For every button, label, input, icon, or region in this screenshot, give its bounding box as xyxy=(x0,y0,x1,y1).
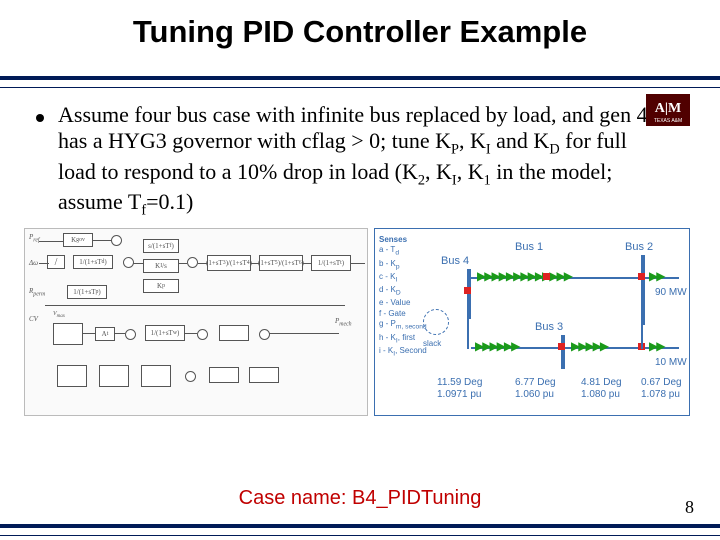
bus4-pu: 1.0971 pu xyxy=(437,389,482,400)
title-rule-thin xyxy=(0,87,720,89)
summing-junction-icon xyxy=(111,235,122,246)
block-gate xyxy=(219,325,249,341)
block-nl1 xyxy=(57,365,87,387)
flow-arrows-icon: ▶▶▶▶▶▶ xyxy=(475,339,518,351)
block-ki-s: KI/s xyxy=(143,259,179,273)
footer-rule-thin xyxy=(0,535,720,537)
block-tf2: s/(1+sTf) xyxy=(143,239,179,253)
label-cv: CV xyxy=(29,315,38,323)
load-10mw: 10 MW xyxy=(655,357,687,368)
bullet-dot-icon xyxy=(36,114,44,122)
block-tp: 1/(1+sTp) xyxy=(67,285,107,299)
bus4-label: Bus 4 xyxy=(441,255,469,267)
bus-system-figure: Senses a - Tdb - Kpc - KId - KDe - Value… xyxy=(374,228,690,416)
flow-arrows-icon: ▶▶▶▶▶▶▶▶▶▶▶▶▶ xyxy=(477,269,637,281)
summing-junction-icon xyxy=(187,257,198,268)
body-text: Assume four bus case with infinite bus r… xyxy=(58,102,664,220)
bus2-deg: 4.81 Deg xyxy=(581,377,622,388)
block-tt: 1/(1+sTt) xyxy=(311,255,351,271)
footer-rule-thick xyxy=(0,524,720,528)
summing-junction-icon xyxy=(185,371,196,382)
block-td: 1/(1+sTd) xyxy=(73,255,113,269)
slide: Tuning PID Controller Example A|M TEXAS A… xyxy=(0,0,720,540)
block-vgheat xyxy=(53,323,83,345)
block-nl2 xyxy=(99,365,129,387)
figures-row: Pref Kgov Δω / 1/(1+sTd) s/(1+sTf) KI/s … xyxy=(0,220,720,416)
summing-junction-icon xyxy=(125,329,136,340)
bus2-bar xyxy=(641,255,645,325)
bus1-deg: 0.67 Deg xyxy=(641,377,682,388)
bus3-deg: 6.77 Deg xyxy=(515,377,556,388)
label-dw: Δω xyxy=(29,259,38,267)
bus3-bar xyxy=(561,335,565,369)
generator-icon xyxy=(423,309,449,335)
label-vmax: Vmax xyxy=(53,311,65,319)
texas-am-logo-icon: A|M TEXAS A&M xyxy=(646,94,690,126)
block-turb: 1/(1+sTw) xyxy=(145,325,185,341)
bus1-pu: 1.078 pu xyxy=(641,389,680,400)
label-rperm: Rperm xyxy=(29,287,45,297)
block-nl4 xyxy=(209,367,239,383)
bus2-pu: 1.080 pu xyxy=(581,389,620,400)
load-90mw: 90 MW xyxy=(655,287,687,298)
page-number: 8 xyxy=(685,497,694,518)
flow-arrows-icon: ▶▶▶▶▶ xyxy=(571,339,607,351)
block-at: At xyxy=(95,327,115,341)
flow-arrows-icon: ▶▶ xyxy=(649,269,663,281)
case-name: Case name: B4_PIDTuning xyxy=(0,487,720,510)
svg-text:A|M: A|M xyxy=(655,101,681,116)
block-kgov: Kgov xyxy=(63,233,93,247)
summing-junction-icon xyxy=(197,329,208,340)
block-kp: Kp xyxy=(143,279,179,293)
bus3-label: Bus 3 xyxy=(535,321,563,333)
summing-junction-icon xyxy=(259,329,270,340)
bus3-pu: 1.060 pu xyxy=(515,389,554,400)
slide-title: Tuning PID Controller Example xyxy=(0,0,720,50)
title-rule-thick xyxy=(0,76,720,80)
flow-arrows-icon: ▶▶ xyxy=(649,339,663,351)
block-nl3 xyxy=(141,365,171,387)
bus4-deg: 11.59 Deg xyxy=(437,377,482,388)
label-pref: Pref xyxy=(29,233,40,243)
slack-label: slack xyxy=(423,339,441,348)
block-tf3: (1+sT3)/(1+sT4) xyxy=(207,255,251,271)
title-bar: Tuning PID Controller Example xyxy=(0,0,720,88)
block-nl5 xyxy=(249,367,279,383)
label-pmech: Pmech xyxy=(335,317,352,327)
bus2-label: Bus 2 xyxy=(625,241,653,253)
legend-senses: Senses a - Tdb - Kpc - KId - KDe - Value… xyxy=(379,235,427,359)
bullet-item: Assume four bus case with infinite bus r… xyxy=(0,88,720,220)
block-tf4: (1+sT5)/(1+sT6) xyxy=(259,255,303,271)
svg-text:TEXAS A&M: TEXAS A&M xyxy=(654,118,682,124)
block-deadband: / xyxy=(47,255,65,269)
bus1-label: Bus 1 xyxy=(515,241,543,253)
block-diagram-figure: Pref Kgov Δω / 1/(1+sTd) s/(1+sTf) KI/s … xyxy=(24,228,368,416)
